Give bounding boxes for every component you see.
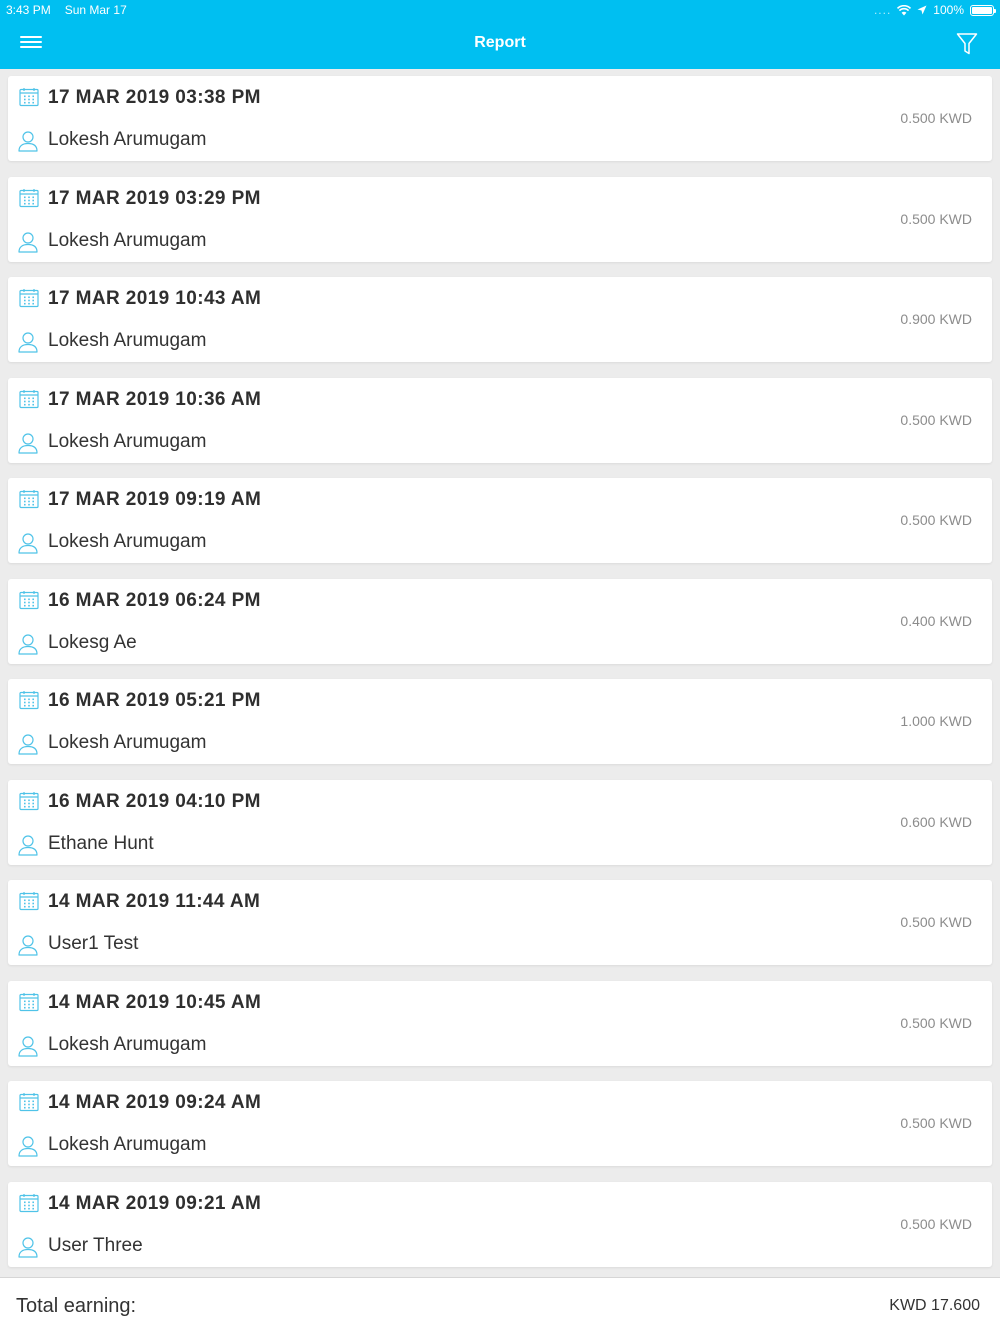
transaction-amount: 0.500 KWD — [900, 1014, 972, 1031]
customer-name: Lokesh Arumugam — [48, 732, 207, 753]
customer-name: Lokesg Ae — [48, 631, 137, 653]
transaction-date: 17 MAR 2019 09:19 AM — [48, 489, 262, 510]
transaction-amount: 0.500 KWD — [900, 914, 972, 930]
transaction-card[interactable]: 14 MAR 2019 09:21 AM User Three 0.500 KW… — [8, 1181, 992, 1267]
calendar-icon — [19, 289, 39, 308]
transaction-amount: 0.500 KWD — [900, 411, 972, 428]
transaction-date: 17 MAR 2019 10:36 AM — [48, 388, 262, 410]
transaction-card[interactable]: 17 MAR 2019 10:43 AM Lokesh Arumugam 0.9… — [8, 277, 992, 362]
transaction-date: 14 MAR 2019 10:45 AM — [48, 991, 262, 1013]
user-icon — [18, 834, 38, 856]
calendar-icon — [19, 490, 39, 509]
transaction-card[interactable]: 16 MAR 2019 05:21 PM Lokesh Arumugam 1.0… — [8, 679, 992, 764]
calendar-icon — [19, 992, 39, 1011]
transaction-date: 16 MAR 2019 06:24 PM — [48, 589, 261, 611]
calendar-icon — [19, 188, 39, 207]
total-value: KWD 17.600 — [889, 1297, 980, 1314]
transaction-amount: 0.600 KWD — [900, 813, 972, 830]
battery-icon — [970, 4, 996, 16]
status-bar: 3:43 PM Sun Mar 17 .... 100% — [0, 0, 1000, 20]
transaction-card[interactable]: 16 MAR 2019 06:24 PM Lokesg Ae 0.400 KWD — [8, 578, 992, 664]
customer-name: Ethane Hunt — [48, 832, 154, 854]
user-icon — [18, 1136, 38, 1157]
calendar-icon — [19, 892, 39, 911]
transaction-date: 14 MAR 2019 09:24 AM — [48, 1092, 262, 1113]
top-bar: 3:43 PM Sun Mar 17 .... 100% Report — [0, 0, 1000, 69]
wifi-icon — [897, 4, 912, 15]
transaction-card[interactable]: 17 MAR 2019 03:38 PM Lokesh Arumugam 0.5… — [8, 76, 992, 161]
transaction-date: 17 MAR 2019 03:29 PM — [48, 187, 261, 209]
page-title: Report — [474, 34, 526, 51]
calendar-icon — [19, 590, 39, 609]
transaction-date: 17 MAR 2019 10:43 AM — [48, 288, 262, 309]
user-icon — [18, 734, 38, 755]
calendar-icon — [19, 1193, 39, 1212]
customer-name: Lokesh Arumugam — [48, 1033, 207, 1055]
calendar-icon — [19, 691, 39, 710]
customer-name: Lokesh Arumugam — [48, 129, 207, 150]
transaction-date: 14 MAR 2019 09:21 AM — [48, 1192, 262, 1214]
signal-dots: .... — [873, 3, 892, 17]
nav-bar: Report — [0, 20, 1000, 69]
location-arrow-icon — [917, 5, 927, 15]
user-icon — [18, 432, 38, 454]
user-icon — [18, 633, 38, 655]
customer-name: Lokesh Arumugam — [48, 430, 207, 452]
transaction-card[interactable]: 17 MAR 2019 09:19 AM Lokesh Arumugam 0.5… — [8, 478, 992, 563]
transaction-card[interactable]: 16 MAR 2019 04:10 PM Ethane Hunt 0.600 K… — [8, 779, 992, 865]
customer-name: Lokesh Arumugam — [48, 531, 207, 552]
status-indicators: .... 100% — [873, 3, 996, 17]
transaction-card[interactable]: 14 MAR 2019 11:44 AM User1 Test 0.500 KW… — [8, 880, 992, 965]
customer-name: User1 Test — [48, 933, 139, 954]
status-time: 3:43 PM — [6, 3, 51, 17]
transaction-amount: 0.400 KWD — [900, 612, 972, 629]
battery-percent: 100% — [933, 3, 964, 17]
transaction-date: 16 MAR 2019 04:10 PM — [48, 790, 261, 812]
footer-total-bar: Total earning: KWD 17.600 — [0, 1277, 1000, 1334]
calendar-icon — [19, 389, 39, 408]
transaction-amount: 0.500 KWD — [900, 1215, 972, 1232]
user-icon — [18, 533, 38, 554]
transaction-card[interactable]: 14 MAR 2019 10:45 AM Lokesh Arumugam 0.5… — [8, 980, 992, 1066]
customer-name: Lokesh Arumugam — [48, 330, 207, 351]
customer-name: Lokesh Arumugam — [48, 1134, 207, 1155]
transaction-amount: 0.900 KWD — [900, 311, 972, 327]
calendar-icon — [19, 88, 39, 107]
user-icon — [18, 231, 38, 253]
user-icon — [18, 1236, 38, 1258]
filter-button[interactable] — [956, 32, 980, 56]
status-date: Sun Mar 17 — [64, 3, 127, 17]
transaction-card[interactable]: 17 MAR 2019 10:36 AM Lokesh Arumugam 0.5… — [8, 377, 992, 463]
transaction-date: 14 MAR 2019 11:44 AM — [48, 891, 261, 912]
transaction-date: 17 MAR 2019 03:38 PM — [48, 87, 261, 108]
transaction-amount: 0.500 KWD — [900, 1115, 972, 1131]
transaction-amount: 0.500 KWD — [900, 512, 972, 528]
customer-name: Lokesh Arumugam — [48, 229, 207, 251]
transaction-card[interactable]: 14 MAR 2019 09:24 AM Lokesh Arumugam 0.5… — [8, 1081, 992, 1166]
calendar-icon — [19, 791, 39, 810]
user-icon — [18, 332, 38, 353]
user-icon — [18, 935, 38, 956]
user-icon — [18, 1035, 38, 1057]
filter-icon — [956, 33, 978, 55]
transaction-date: 16 MAR 2019 05:21 PM — [48, 690, 261, 711]
transaction-amount: 1.000 KWD — [900, 713, 972, 729]
user-icon — [18, 131, 38, 152]
transaction-amount: 0.500 KWD — [900, 110, 972, 126]
total-label: Total earning: — [16, 1295, 137, 1317]
customer-name: User Three — [48, 1234, 143, 1256]
transaction-card[interactable]: 17 MAR 2019 03:29 PM Lokesh Arumugam 0.5… — [8, 176, 992, 262]
calendar-icon — [19, 1093, 39, 1112]
transaction-amount: 0.500 KWD — [900, 210, 972, 227]
